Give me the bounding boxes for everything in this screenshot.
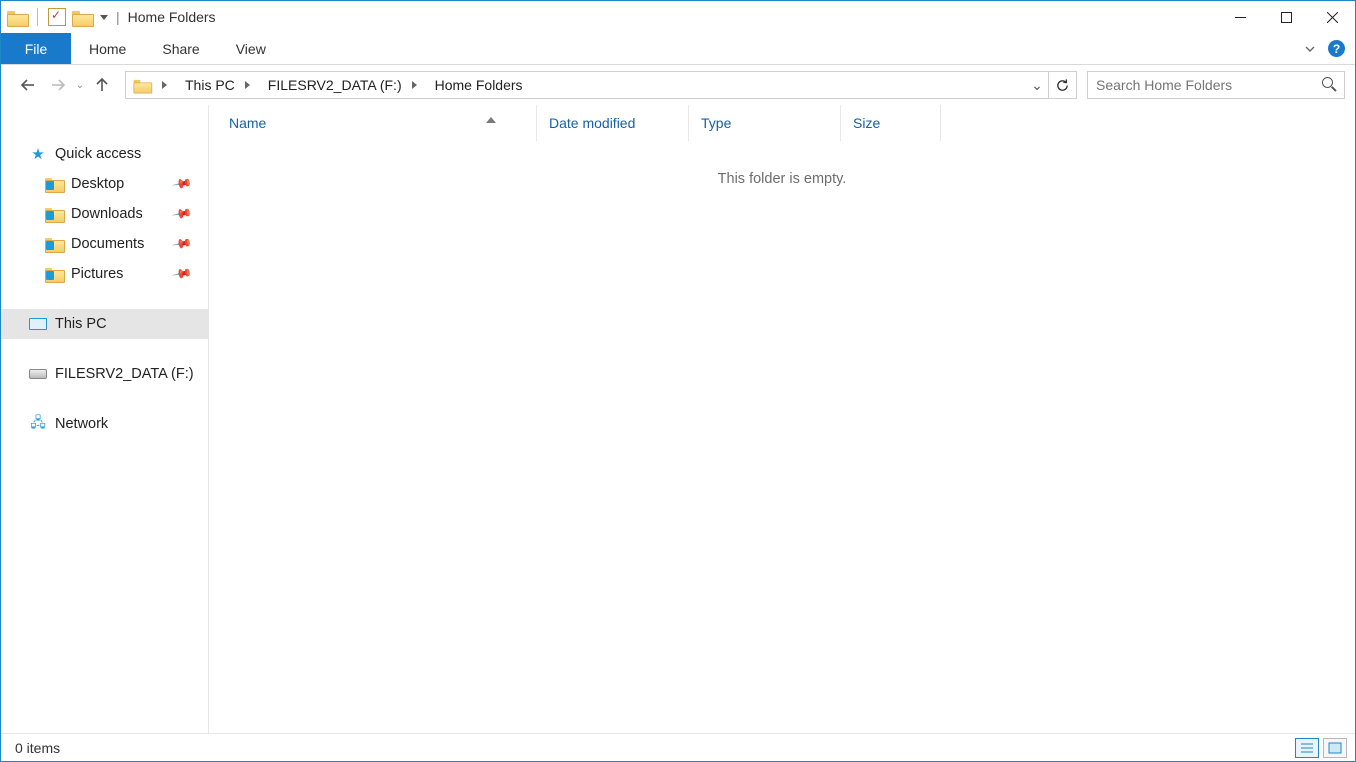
breadcrumb-label: Home Folders <box>431 77 527 93</box>
network-icon <box>29 415 47 433</box>
column-name[interactable]: Name <box>209 105 537 141</box>
column-headers: Name Date modified Type Size <box>209 105 1355 141</box>
search-box[interactable] <box>1087 71 1345 99</box>
nav-downloads[interactable]: Downloads 📌 <box>1 199 208 229</box>
view-mode-toggles <box>1295 738 1347 758</box>
breadcrumb-root-chevron[interactable] <box>156 81 181 89</box>
app-folder-icon[interactable] <box>7 9 27 25</box>
tab-home[interactable]: Home <box>71 33 144 64</box>
drive-icon <box>29 369 47 379</box>
window-controls <box>1217 1 1355 33</box>
address-folder-icon <box>134 78 151 92</box>
nav-network[interactable]: Network <box>1 409 208 439</box>
nav-label: Quick access <box>55 146 141 162</box>
column-label: Type <box>701 115 731 131</box>
folder-icon <box>45 267 63 281</box>
forward-button[interactable] <box>45 72 71 98</box>
help-icon[interactable]: ? <box>1328 40 1345 57</box>
nav-label: Desktop <box>71 176 124 192</box>
folder-icon <box>45 207 63 221</box>
nav-label: Documents <box>71 236 144 252</box>
separator <box>37 8 38 26</box>
breadcrumb-label: This PC <box>181 77 239 93</box>
sort-ascending-icon <box>486 117 496 123</box>
refresh-button[interactable] <box>1048 72 1076 98</box>
tab-share[interactable]: Share <box>144 33 217 64</box>
star-icon <box>29 145 47 163</box>
column-size[interactable]: Size <box>841 105 941 141</box>
search-input[interactable] <box>1094 76 1322 94</box>
column-type[interactable]: Type <box>689 105 841 141</box>
properties-icon[interactable] <box>48 8 66 26</box>
maximize-button[interactable] <box>1263 1 1309 33</box>
view-details-button[interactable] <box>1295 738 1319 758</box>
recent-locations-dropdown[interactable]: ⌄ <box>75 80 85 91</box>
quick-access-toolbar <box>7 8 108 26</box>
content-area: Name Date modified Type Size This folder… <box>209 105 1355 733</box>
nav-label: FILESRV2_DATA (F:) <box>55 366 194 382</box>
tab-view[interactable]: View <box>218 33 284 64</box>
column-date-modified[interactable]: Date modified <box>537 105 689 141</box>
navigation-row: ⌄ This PC FILESRV2_DATA (F:) Home Folder… <box>1 65 1355 105</box>
file-tab[interactable]: File <box>1 33 71 64</box>
chevron-right-icon <box>412 81 425 89</box>
nav-quick-access[interactable]: Quick access <box>1 139 208 169</box>
folder-icon <box>45 177 63 191</box>
pin-icon: 📌 <box>171 233 193 255</box>
breadcrumb-label: FILESRV2_DATA (F:) <box>264 77 406 93</box>
address-bar[interactable]: This PC FILESRV2_DATA (F:) Home Folders … <box>125 71 1077 99</box>
folder-icon <box>45 237 63 251</box>
breadcrumb-drive[interactable]: FILESRV2_DATA (F:) <box>264 77 431 93</box>
close-button[interactable] <box>1309 1 1355 33</box>
chevron-right-icon <box>245 81 258 89</box>
ribbon-tabs: File Home Share View ? <box>1 33 1355 65</box>
back-button[interactable] <box>15 72 41 98</box>
title-separator: | <box>116 9 120 25</box>
pin-icon: 📌 <box>171 203 193 225</box>
ribbon-collapse-icon[interactable] <box>1302 41 1318 57</box>
address-dropdown-icon[interactable]: ⌄ <box>1026 72 1048 98</box>
minimize-button[interactable] <box>1217 1 1263 33</box>
monitor-icon <box>29 315 47 333</box>
breadcrumb-this-pc[interactable]: This PC <box>181 77 264 93</box>
title-bar: | Home Folders <box>1 1 1355 33</box>
view-thumbnails-button[interactable] <box>1323 738 1347 758</box>
nav-documents[interactable]: Documents 📌 <box>1 229 208 259</box>
pin-icon: 📌 <box>171 173 193 195</box>
status-bar: 0 items <box>1 733 1355 761</box>
empty-folder-message: This folder is empty. <box>209 171 1355 187</box>
navigation-pane: Quick access Desktop 📌 Downloads 📌 Docum… <box>1 105 209 733</box>
column-label: Date modified <box>549 115 635 131</box>
nav-this-pc[interactable]: This PC <box>1 309 208 339</box>
search-icon[interactable] <box>1322 77 1338 93</box>
status-item-count: 0 items <box>15 740 60 756</box>
window-title: Home Folders <box>128 9 216 25</box>
column-label: Size <box>853 115 880 131</box>
up-button[interactable] <box>89 72 115 98</box>
nav-label: Network <box>55 416 108 432</box>
new-folder-icon[interactable] <box>72 9 92 25</box>
nav-desktop[interactable]: Desktop 📌 <box>1 169 208 199</box>
nav-label: This PC <box>55 316 107 332</box>
nav-label: Downloads <box>71 206 143 222</box>
nav-pictures[interactable]: Pictures 📌 <box>1 259 208 289</box>
qat-dropdown-icon[interactable] <box>100 15 108 20</box>
column-label: Name <box>229 115 266 131</box>
nav-drive[interactable]: FILESRV2_DATA (F:) <box>1 359 208 389</box>
breadcrumb-current[interactable]: Home Folders <box>431 77 527 93</box>
nav-label: Pictures <box>71 266 123 282</box>
pin-icon: 📌 <box>171 263 193 285</box>
